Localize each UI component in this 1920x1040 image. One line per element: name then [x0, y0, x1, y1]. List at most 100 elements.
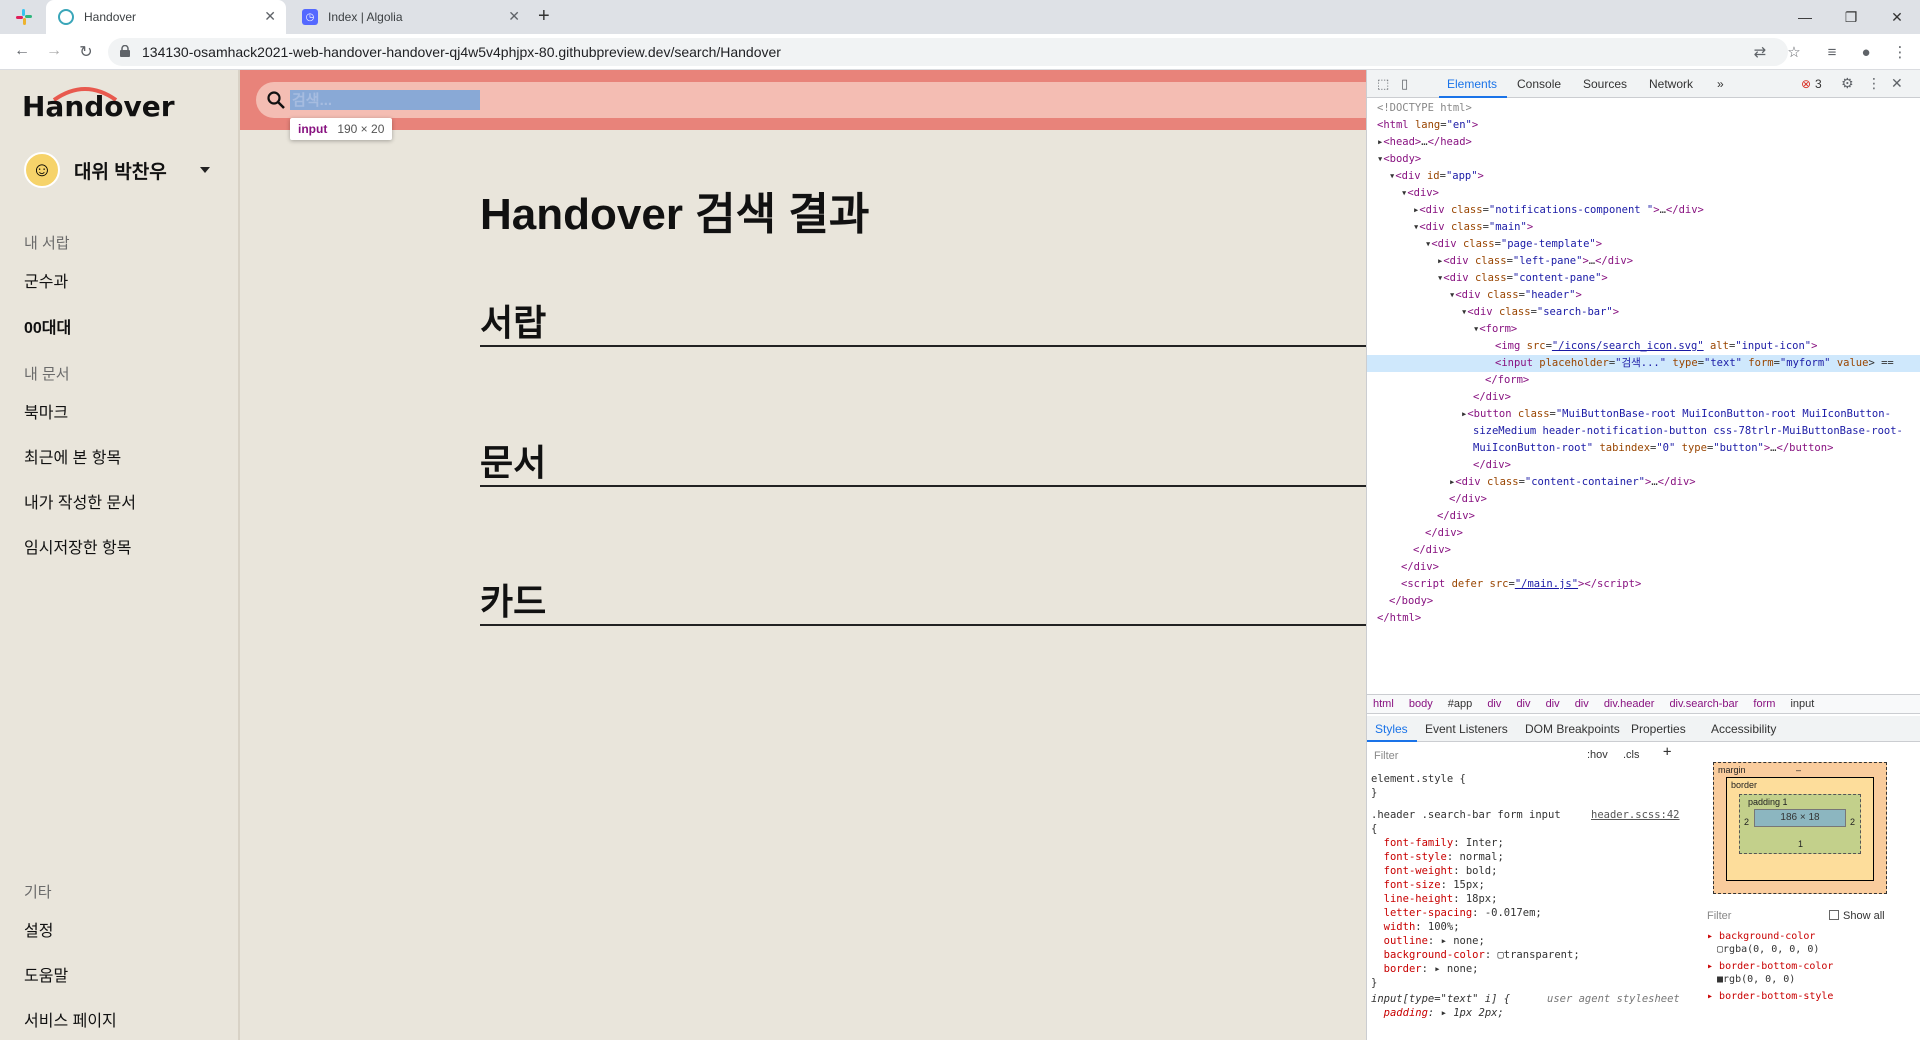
show-all-label: Show all [1843, 910, 1885, 922]
error-icon[interactable]: ⊗ [1801, 77, 1811, 91]
close-devtools-icon[interactable]: ✕ [1891, 75, 1903, 92]
address-toolbar: ← → ↻ 134130-osamhack2021-web-handover-h… [0, 34, 1920, 70]
hov-toggle[interactable]: :hov [1587, 748, 1608, 762]
breadcrumb-item[interactable]: div [1575, 698, 1589, 710]
tab-accessibility[interactable]: Accessibility [1711, 722, 1776, 736]
tab-elements[interactable]: Elements [1447, 77, 1497, 91]
breadcrumb-item[interactable]: html [1373, 698, 1394, 710]
minimize-icon[interactable]: — [1782, 0, 1828, 34]
chevron-down-icon[interactable] [200, 167, 210, 173]
sidebar-item[interactable]: 서비스 페이지 [24, 1007, 117, 1031]
new-tab-button[interactable]: + [538, 5, 550, 28]
close-icon[interactable]: ✕ [508, 8, 520, 25]
section-title: 기타 [24, 884, 52, 901]
inspect-tooltip: input 190 × 20 [290, 118, 393, 140]
breadcrumb-item[interactable]: div [1487, 698, 1501, 710]
tab-properties[interactable]: Properties [1631, 722, 1686, 736]
computed-filter-input[interactable]: Filter [1707, 910, 1731, 922]
gear-icon[interactable]: ⚙ [1841, 75, 1854, 92]
more-menu-icon[interactable]: ⋮ [1890, 42, 1910, 62]
padding-right-value: 2 [1850, 817, 1856, 827]
tab-network[interactable]: Network [1649, 77, 1693, 91]
more-menu-icon[interactable]: ⋮ [1867, 75, 1881, 92]
sidebar-item[interactable]: 설정 [24, 917, 53, 941]
page-viewport: Handover ☺ 대위 박찬우 내 서랍 군수과 00대대 내 문서 북마크… [0, 70, 1366, 1040]
tab-dom-breakpoints[interactable]: DOM Breakpoints [1525, 722, 1620, 736]
browser-tab-bar: Handover ✕ ◷ Index | Algolia ✕ + — ❐ ✕ [0, 0, 1920, 34]
ua-label: user agent stylesheet [1547, 993, 1680, 1005]
translate-icon[interactable]: ⇄ [1750, 42, 1770, 62]
breadcrumb-item[interactable]: body [1409, 698, 1433, 710]
inspect-element-icon[interactable]: ⬚ [1377, 76, 1389, 92]
box-model-padding: padding 1 2 186 × 18 2 1 [1739, 794, 1861, 854]
tooltip-size: 190 × 20 [337, 122, 385, 136]
error-count: 3 [1815, 77, 1822, 91]
new-rule-icon[interactable]: + [1663, 745, 1671, 759]
border-label: border [1731, 780, 1758, 790]
rule-source-link[interactable]: header.scss:42 [1591, 808, 1680, 822]
url-text: 134130-osamhack2021-web-handover-handove… [142, 44, 781, 60]
back-icon[interactable]: ← [12, 42, 32, 60]
computed-prop-name: border-bottom-style [1719, 991, 1834, 1002]
tooltip-tag: input [298, 122, 328, 136]
handover-favicon-icon [58, 9, 74, 25]
breadcrumb-item[interactable]: div.header [1604, 698, 1655, 710]
tab-event-listeners[interactable]: Event Listeners [1425, 722, 1508, 736]
sidebar-item[interactable]: 00대대 [24, 314, 71, 338]
profile-icon[interactable]: ● [1856, 42, 1876, 62]
tab-console[interactable]: Console [1517, 77, 1561, 91]
media-icon[interactable]: ≡ [1822, 42, 1842, 62]
devtools-panel: ⬚ ▯ Elements Console Sources Network » ⊗… [1366, 70, 1920, 1040]
sidebar-item[interactable]: 임시저장한 항목 [24, 534, 132, 558]
section-divider [480, 345, 1366, 347]
elements-tree[interactable]: <!DOCTYPE html> <html lang="en"> ▸<head>… [1367, 100, 1920, 627]
styles-subtabs: Styles Event Listeners DOM Breakpoints P… [1367, 716, 1920, 742]
sidebar-item[interactable]: 군수과 [24, 268, 68, 292]
more-tabs-icon[interactable]: » [1717, 77, 1724, 91]
tab-handover[interactable]: Handover ✕ [46, 0, 286, 34]
padding-bottom-value: 1 [1798, 839, 1804, 849]
show-all-checkbox[interactable] [1829, 910, 1839, 920]
section-heading: 문서 [480, 442, 547, 483]
selected-node[interactable]: <input placeholder="검색..." type="text" f… [1367, 355, 1920, 372]
tab-sources[interactable]: Sources [1583, 77, 1627, 91]
computed-prop-name: background-color [1719, 931, 1816, 942]
search-bar [256, 82, 1366, 118]
search-input[interactable] [290, 90, 480, 110]
bookmark-star-icon[interactable]: ☆ [1784, 42, 1804, 62]
breadcrumb-item[interactable]: div [1516, 698, 1530, 710]
window-close-icon[interactable]: ✕ [1874, 0, 1920, 34]
user-name: 대위 박찬우 [74, 161, 167, 183]
breadcrumb-item[interactable]: div.search-bar [1669, 698, 1738, 710]
computed-prop[interactable]: ▸ background-color ▢rgba(0, 0, 0, 0) ▸ b… [1707, 930, 1833, 1003]
breadcrumb-item[interactable]: div [1546, 698, 1560, 710]
sidebar-item[interactable]: 내가 작성한 문서 [24, 489, 136, 513]
box-model-content: 186 × 18 [1754, 809, 1846, 827]
box-model-margin: margin – border padding 1 2 186 × 18 2 1 [1713, 762, 1887, 894]
breadcrumb-item[interactable]: #app [1448, 698, 1472, 710]
lock-icon [120, 45, 130, 57]
breadcrumb-item[interactable]: form [1753, 698, 1775, 710]
slack-icon[interactable] [16, 9, 32, 25]
sidebar-item[interactable]: 최근에 본 항목 [24, 444, 121, 468]
header [240, 70, 1366, 130]
reload-icon[interactable]: ↻ [76, 42, 96, 62]
forward-icon[interactable]: → [44, 42, 64, 60]
restore-icon[interactable]: ❐ [1828, 0, 1874, 34]
device-toolbar-icon[interactable]: ▯ [1401, 76, 1408, 92]
section-title: 내 서랍 [24, 235, 70, 252]
cls-toggle[interactable]: .cls [1623, 748, 1640, 762]
sidebar-item[interactable]: 북마크 [24, 399, 68, 423]
close-icon[interactable]: ✕ [264, 8, 276, 25]
styles-filter-input[interactable]: Filter [1371, 746, 1691, 766]
tab-styles[interactable]: Styles [1375, 722, 1408, 736]
section-title: 내 문서 [24, 366, 70, 383]
breadcrumb-item[interactable]: input [1790, 698, 1814, 710]
logo[interactable]: Handover [22, 90, 175, 123]
tab-algolia[interactable]: ◷ Index | Algolia ✕ [290, 0, 530, 34]
tab-title: Index | Algolia [328, 10, 403, 24]
user-menu[interactable]: ☺ 대위 박찬우 [24, 152, 167, 188]
sidebar-item[interactable]: 도움말 [24, 962, 68, 986]
url-bar[interactable]: 134130-osamhack2021-web-handover-handove… [108, 38, 1788, 66]
computed-prop-value: rgb(0, 0, 0) [1723, 974, 1796, 985]
